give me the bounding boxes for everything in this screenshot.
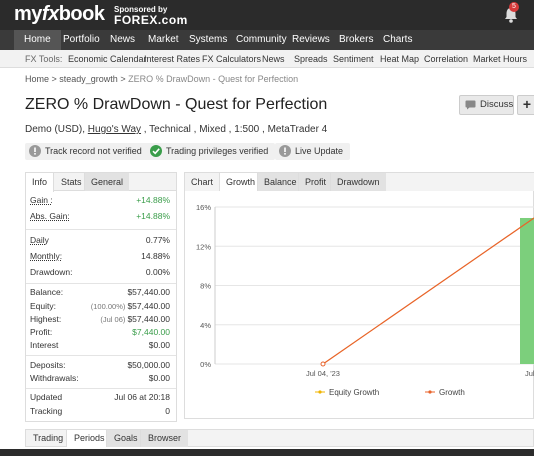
- y-tick-label: 16%: [196, 203, 211, 212]
- broker-link[interactable]: Hugo's Way: [88, 124, 141, 135]
- subnav-sentiment[interactable]: Sentiment: [333, 50, 374, 68]
- badge-track-record[interactable]: Track record not verified: [25, 143, 149, 160]
- chart-panel: Chart Growth Balance Profit Drawdown 0% 4…: [184, 172, 534, 419]
- x-tick-label: Jul 04, '23: [306, 369, 340, 378]
- chart-tab-drawdown[interactable]: Drawdown: [330, 173, 386, 191]
- discuss-button[interactable]: Discuss: [459, 95, 514, 115]
- bottom-bar: [0, 449, 534, 456]
- series-line-growth: [322, 217, 534, 365]
- stat-updated: Updated Jul 06 at 20:18: [30, 392, 170, 402]
- chat-icon: [465, 100, 476, 110]
- tab-general[interactable]: General: [84, 173, 130, 191]
- nav-reviews[interactable]: Reviews: [292, 30, 330, 50]
- tab-goals[interactable]: Goals: [106, 430, 145, 447]
- subnav-correlation[interactable]: Correlation: [424, 50, 468, 68]
- divider: [26, 229, 176, 230]
- growth-bar: [520, 217, 534, 364]
- legend-marker: [428, 390, 432, 394]
- sponsor-logo[interactable]: Sponsored by FOREX.com: [114, 5, 188, 27]
- top-header: myfxbook Sponsored by FOREX.com 5: [0, 0, 534, 30]
- bottom-tabs: Trading Periods Goals Browser: [25, 429, 534, 447]
- y-tick-label: 4%: [200, 321, 211, 330]
- y-tick-label: 8%: [200, 282, 211, 291]
- tab-info[interactable]: Info: [26, 173, 55, 192]
- subnav-interest-rates[interactable]: Interest Rates: [144, 50, 200, 68]
- stat-withdrawals: Withdrawals: $0.00: [30, 373, 170, 383]
- chart-tabs: Chart Growth Balance Profit Drawdown: [185, 173, 534, 191]
- chart-tab-balance[interactable]: Balance: [257, 173, 303, 191]
- nav-systems[interactable]: Systems: [189, 30, 227, 50]
- stats-tabs: Info Stats General: [26, 173, 176, 192]
- tab-stats[interactable]: Stats: [55, 173, 88, 191]
- main-nav: Home Portfolio News Market Systems Commu…: [0, 30, 534, 50]
- subnav-heat-map[interactable]: Heat Map: [380, 50, 419, 68]
- badge-trading-privileges[interactable]: Trading privileges verified: [146, 143, 276, 160]
- exclamation-icon: [279, 145, 291, 157]
- breadcrumb-home[interactable]: Home: [25, 74, 49, 84]
- nav-market[interactable]: Market: [148, 30, 179, 50]
- stat-abs-gain: Abs. Gain: +14.88%: [30, 211, 170, 221]
- nav-brokers[interactable]: Brokers: [339, 30, 373, 50]
- tab-browser[interactable]: Browser: [140, 430, 189, 447]
- account-subtitle: Demo (USD), Hugo's Way , Technical , Mix…: [25, 124, 328, 135]
- divider: [26, 283, 176, 284]
- subnav-fx-calculators[interactable]: FX Calculators: [202, 50, 261, 68]
- breadcrumb-current: ZERO % DrawDown - Quest for Perfection: [128, 74, 299, 84]
- check-icon: [150, 145, 162, 157]
- divider: [26, 388, 176, 389]
- stat-daily: Daily 0.77%: [30, 235, 170, 245]
- chart-tab-profit[interactable]: Profit: [298, 173, 333, 191]
- fx-tools-label: FX Tools:: [25, 54, 63, 64]
- stat-tracking: Tracking 0: [30, 406, 170, 416]
- stat-monthly: Monthly: 14.88%: [30, 251, 170, 261]
- growth-chart[interactable]: 0% 4% 8% 12% 16% Jul 04, '23 Jul Equity Growth G…: [185, 191, 534, 419]
- nav-charts[interactable]: Charts: [383, 30, 412, 50]
- nav-news[interactable]: News: [110, 30, 135, 50]
- badge-live-update[interactable]: Live Update: [275, 143, 351, 160]
- subnav-spreads[interactable]: Spreads: [294, 50, 328, 68]
- stat-gain: Gain : +14.88%: [30, 195, 170, 205]
- breadcrumb-parent[interactable]: steady_growth: [59, 74, 118, 84]
- sponsor-brand: FOREX.com: [114, 13, 188, 27]
- nav-community[interactable]: Community: [236, 30, 287, 50]
- breadcrumb: Home > steady_growth > ZERO % DrawDown -…: [25, 74, 299, 84]
- tab-periods[interactable]: Periods: [66, 430, 112, 447]
- page-title: ZERO % DrawDown - Quest for Perfection: [25, 96, 328, 113]
- nav-home[interactable]: Home: [14, 30, 61, 50]
- chart-tab-growth[interactable]: Growth: [219, 173, 262, 191]
- subnav-market-hours[interactable]: Market Hours: [473, 50, 527, 68]
- y-tick-label: 12%: [196, 242, 211, 251]
- stat-balance: Balance: $57,440.00: [30, 287, 170, 297]
- stat-interest: Interest $0.00: [30, 340, 170, 350]
- subnav-news[interactable]: News: [262, 50, 285, 68]
- nav-portfolio[interactable]: Portfolio: [63, 30, 100, 50]
- fx-tools-nav: FX Tools: Economic Calendar Interest Rat…: [0, 50, 534, 68]
- data-point: [320, 361, 326, 367]
- legend-label: Equity Growth: [329, 388, 379, 397]
- y-tick-label: 0%: [200, 360, 211, 369]
- divider: [26, 355, 176, 356]
- legend-marker: [318, 390, 322, 394]
- legend-label: Growth: [439, 388, 465, 397]
- myfxbook-logo[interactable]: myfxbook: [14, 3, 105, 26]
- stat-drawdown: Drawdown: 0.00%: [30, 267, 170, 277]
- notification-count-badge: 5: [509, 2, 519, 12]
- exclamation-icon: [29, 145, 41, 157]
- add-button[interactable]: +: [517, 95, 534, 115]
- x-tick-label: Jul: [525, 369, 534, 378]
- stats-panel: Info Stats General Gain : +14.88% Abs. Ga…: [25, 172, 177, 422]
- subnav-economic-calendar[interactable]: Economic Calendar: [68, 50, 147, 68]
- tab-trading[interactable]: Trading: [26, 430, 70, 447]
- chart-tab-label: Chart: [191, 177, 214, 187]
